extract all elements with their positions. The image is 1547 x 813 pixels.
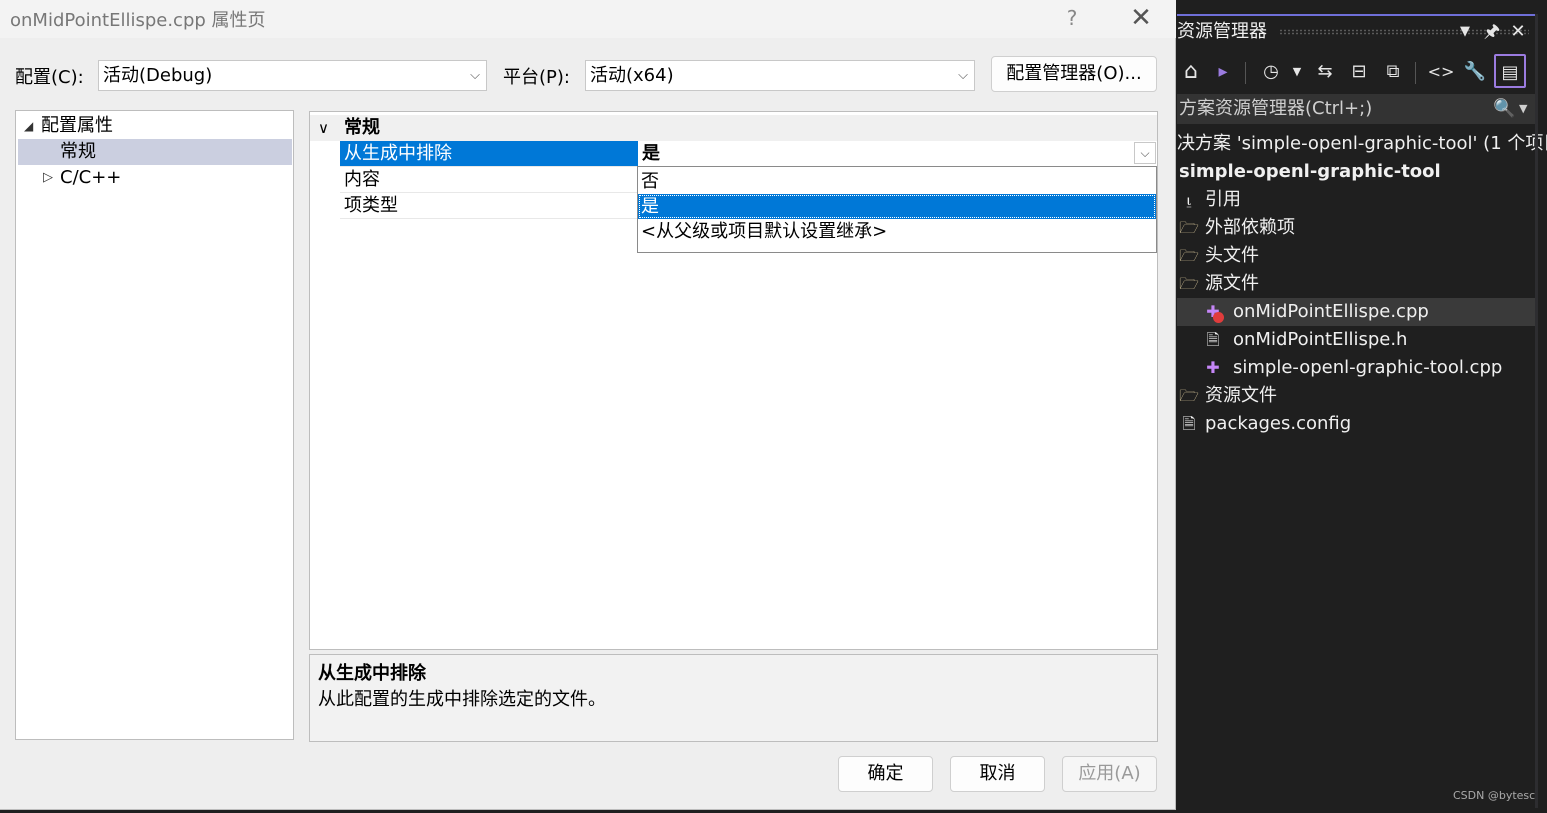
filter-folder-icon: 🗁	[1179, 274, 1199, 293]
ok-button[interactable]: 确定	[838, 756, 933, 792]
dialog-title: onMidPointEllispe.cpp 属性页	[10, 10, 266, 31]
dropdown-arrow-icon[interactable]: ▼	[1451, 18, 1479, 46]
vs-switch-views-icon[interactable]: ▸	[1209, 58, 1237, 86]
tree-item-label: 引用	[1205, 189, 1241, 210]
chevron-down-icon: ⌵	[470, 68, 480, 83]
tree-item-label: C/C++	[60, 167, 122, 188]
description-text: 从此配置的生成中排除选定的文件。	[318, 689, 606, 710]
pin-icon[interactable]: 🖈	[1478, 18, 1506, 46]
toolbar-separator	[1415, 62, 1416, 84]
tree-item-onmidpoint-cpp[interactable]: ✚ onMidPointEllispe.cpp	[1177, 298, 1535, 326]
dropdown-arrow-icon[interactable]: ▼	[1283, 58, 1311, 86]
project-label: simple-openl-graphic-tool	[1179, 161, 1441, 182]
description-title: 从生成中排除	[318, 663, 426, 684]
platform-combo[interactable]: 活动(x64) ⌵	[585, 60, 975, 91]
tree-item-label: onMidPointEllispe.cpp	[1233, 301, 1429, 322]
dropdown-arrow-icon[interactable]: ▼	[1519, 94, 1527, 124]
tree-item-label: simple-openl-graphic-tool.cpp	[1233, 357, 1503, 378]
collapsed-triangle-icon: ▷	[43, 170, 53, 185]
references-icon: ⍸	[1184, 190, 1194, 209]
config-manager-button[interactable]: 配置管理器(O)...	[991, 56, 1157, 92]
tree-item-label: 配置属性	[41, 115, 113, 136]
sync-icon[interactable]: ⇆	[1311, 58, 1339, 86]
grid-row-exclude-value[interactable]: 是 ⌵	[638, 141, 1157, 166]
tree-item-label: 资源文件	[1205, 385, 1277, 406]
apply-button[interactable]: 应用(A)	[1062, 756, 1157, 792]
chevron-down-icon: ⌵	[958, 68, 968, 83]
view-code-icon[interactable]: <>	[1427, 58, 1455, 86]
tree-item-general[interactable]: 常规	[18, 139, 292, 165]
tree-item-label: 常规	[60, 141, 96, 162]
project-node[interactable]: simple-openl-graphic-tool	[1179, 158, 1441, 186]
home-icon[interactable]: ⌂	[1177, 58, 1205, 86]
panel-top-accent	[1177, 14, 1535, 16]
filter-folder-icon: 🗁	[1179, 246, 1199, 265]
collapse-all-icon[interactable]: ⊟	[1345, 58, 1373, 86]
excluded-badge-icon	[1213, 312, 1224, 323]
grid-category-general[interactable]: ∨ 常规	[310, 115, 1157, 141]
grid-row-content[interactable]: 内容	[340, 167, 638, 192]
tree-item-label: 头文件	[1205, 245, 1259, 266]
properties-wrench-icon[interactable]: 🔧	[1461, 58, 1489, 86]
property-tree: ◢ 配置属性 常规 ▷ C/C++	[15, 110, 294, 740]
config-value: 活动(Debug)	[103, 65, 213, 86]
grid-row-label: 项类型	[344, 195, 398, 216]
config-label: 配置(C):	[15, 67, 84, 88]
search-icon[interactable]: 🔍	[1493, 94, 1515, 124]
pending-changes-icon[interactable]: ◷	[1257, 58, 1285, 86]
show-all-files-icon[interactable]: ⧉	[1379, 58, 1407, 86]
dropdown-option-no[interactable]: 否	[638, 169, 1156, 194]
preview-selected-icon[interactable]: ▤	[1494, 54, 1526, 88]
description-panel: 从生成中排除 从此配置的生成中排除选定的文件。	[309, 654, 1158, 742]
exclude-dropdown-list: 否 是 <从父级或项目默认设置继承>	[637, 166, 1157, 253]
close-icon[interactable]: ✕	[1504, 18, 1532, 46]
panel-title: 资源管理器	[1177, 21, 1267, 42]
cancel-button[interactable]: 取消	[950, 756, 1045, 792]
external-deps-icon: 🗁	[1179, 218, 1199, 237]
platform-value: 活动(x64)	[590, 65, 674, 86]
tree-item-label: onMidPointEllispe.h	[1233, 329, 1408, 350]
grid-row-label: 内容	[344, 169, 380, 190]
panel-scrollbar-track	[1535, 14, 1538, 808]
grid-row-exclude-name[interactable]: 从生成中排除	[340, 141, 638, 166]
watermark: CSDN @bytesc	[1453, 789, 1536, 802]
filter-folder-icon: 🗁	[1179, 386, 1199, 405]
solution-label: 决方案 'simple-openl-graphic-tool' (1 个项目	[1177, 133, 1547, 154]
grid-row-item-type[interactable]: 项类型	[340, 193, 638, 218]
dropdown-option-yes[interactable]: 是	[638, 194, 1156, 219]
solution-explorer-panel: 资源管理器 ▼ 🖈 ✕ ⌂ ▸ ◷ ▼ ⇆ ⊟ ⧉ <> 🔧 ▤ 方案资源管理器…	[1177, 0, 1547, 813]
header-file-icon: 🗎	[1206, 330, 1220, 349]
chevron-down-icon: ∨	[318, 119, 329, 137]
property-pages-dialog: onMidPointEllispe.cpp 属性页 ? ✕ 配置(C): 活动(…	[0, 0, 1176, 810]
config-combo[interactable]: 活动(Debug) ⌵	[98, 60, 487, 91]
platform-label: 平台(P):	[503, 67, 570, 88]
close-button[interactable]: ✕	[1124, 2, 1158, 34]
tree-item-label: 外部依赖项	[1205, 217, 1295, 238]
tree-item-cpp[interactable]: ▷ C/C++	[16, 165, 293, 191]
search-placeholder: 方案资源管理器(Ctrl+;)	[1179, 98, 1373, 119]
tree-item-label: packages.config	[1205, 413, 1352, 434]
grid-row-value: 是	[642, 143, 660, 164]
solution-node[interactable]: 决方案 'simple-openl-graphic-tool' (1 个项目	[1177, 130, 1547, 158]
config-file-icon: 🗎	[1182, 414, 1196, 433]
tree-item-label: 源文件	[1205, 273, 1259, 294]
dropdown-option-inherit[interactable]: <从父级或项目默认设置继承>	[638, 219, 1156, 244]
dialog-titlebar: onMidPointEllispe.cpp 属性页 ? ✕	[0, 0, 1176, 38]
expanded-triangle-icon: ◢	[24, 119, 34, 133]
cpp-file-icon: ✚	[1206, 358, 1220, 377]
help-button[interactable]: ?	[1058, 4, 1086, 32]
tree-item-config-properties[interactable]: ◢ 配置属性	[16, 113, 293, 139]
grid-category-label: 常规	[344, 117, 380, 138]
grid-row-label: 从生成中排除	[344, 143, 452, 164]
toolbar-separator	[1245, 62, 1246, 84]
solution-search-input[interactable]: 方案资源管理器(Ctrl+;) 🔍 ▼	[1177, 94, 1537, 124]
dropdown-chevron-icon[interactable]: ⌵	[1134, 142, 1156, 164]
